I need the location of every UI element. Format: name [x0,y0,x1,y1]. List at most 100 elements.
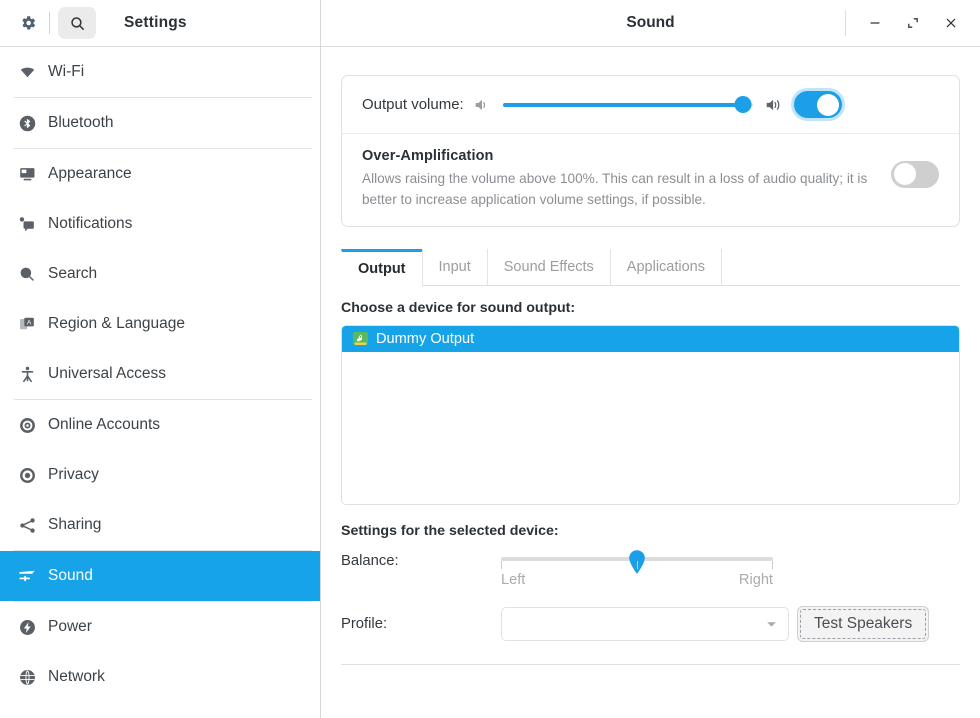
tab-output[interactable]: Output [341,249,423,286]
wifi-icon [14,61,40,83]
chevron-down-icon [766,615,777,633]
slider-handle[interactable] [734,96,751,113]
balance-label: Balance: [341,548,501,569]
over-amplification-row: Over-Amplification Allows raising the vo… [342,134,959,226]
region-language-icon: A [14,313,40,335]
sidebar-item-online-accounts[interactable]: Online Accounts [0,400,320,450]
tab-sound-effects[interactable]: Sound Effects [487,249,611,285]
test-speakers-button[interactable]: Test Speakers [797,606,929,642]
online-accounts-icon [14,414,40,436]
sidebar-item-label: Sharing [48,516,101,534]
speaker-low-icon [474,97,491,113]
panel-bottom-divider [341,664,960,665]
sidebar-item-universal-access[interactable]: Universal Access [0,349,320,399]
profile-row: Profile: Test Speakers [341,606,960,642]
sidebar-item-label: Sound [48,567,93,585]
gear-icon[interactable] [13,8,43,38]
sidebar-item-region-language[interactable]: A Region & Language [0,299,320,349]
toggle-thumb [817,94,839,116]
power-icon [14,616,40,638]
over-amplification-text: Over-Amplification Allows raising the vo… [362,148,891,210]
settings-window: Settings Wi-Fi Bluetooth Appearance Notific… [0,0,980,718]
sound-content: Output volume: [321,47,980,718]
bluetooth-icon [14,112,40,134]
output-volume-row: Output volume: [342,76,959,134]
search-icon [14,263,40,285]
toggle-thumb [894,163,916,185]
sound-icon [14,565,40,587]
sidebar: Settings Wi-Fi Bluetooth Appearance Notific… [0,0,321,718]
titlebar: Sound [321,0,980,47]
privacy-icon [14,464,40,486]
slider-fill [503,103,743,107]
sidebar-nav: Wi-Fi Bluetooth Appearance Notifications Sea… [0,47,320,718]
tab-bar: OutputInputSound EffectsApplications [341,250,960,286]
appearance-icon [14,163,40,185]
minimize-button[interactable] [856,5,894,41]
output-volume-toggle[interactable] [794,91,842,118]
sidebar-item-label: Universal Access [48,365,166,383]
header-divider [49,12,50,34]
sidebar-item-sound[interactable]: Sound [0,551,320,601]
close-button[interactable] [932,5,970,41]
sidebar-header: Settings [0,0,320,47]
main-area: Sound [321,0,980,718]
profile-dropdown[interactable] [501,607,789,641]
network-icon [14,666,40,688]
sidebar-item-label: Online Accounts [48,416,160,434]
profile-label: Profile: [341,616,501,632]
sidebar-item-label: Appearance [48,165,132,183]
speaker-high-icon [765,97,784,113]
balance-row: Balance: [341,548,960,588]
balance-slider[interactable]: Left Right [501,548,773,588]
page-title: Settings [124,14,320,32]
titlebar-divider [845,10,846,36]
notifications-icon [14,213,40,235]
volume-card: Output volume: [341,75,960,227]
output-volume-slider[interactable] [503,96,753,114]
sidebar-item-sharing[interactable]: Sharing [0,500,320,550]
sidebar-item-wi-fi[interactable]: Wi-Fi [0,47,320,97]
output-volume-label: Output volume: [362,96,464,113]
balance-ticks [501,561,773,571]
sharing-icon [14,514,40,536]
tabs-section: OutputInputSound EffectsApplications Cho… [341,250,960,665]
device-list[interactable]: Dummy Output [341,325,960,505]
tab-filler [721,249,960,285]
tab-input[interactable]: Input [422,249,488,285]
balance-right-label: Right [739,572,773,588]
universal-access-icon [14,363,40,385]
sidebar-item-label: Privacy [48,466,99,484]
sidebar-item-label: Notifications [48,215,132,233]
audio-card-icon [352,331,369,348]
sidebar-item-network[interactable]: Network [0,652,320,702]
sidebar-item-label: Power [48,618,92,636]
sidebar-item-label: Bluetooth [48,114,114,132]
sidebar-item-label: Wi-Fi [48,63,84,81]
device-settings-label: Settings for the selected device: [341,523,960,539]
balance-left-label: Left [501,572,525,588]
sidebar-item-appearance[interactable]: Appearance [0,149,320,199]
over-amplification-toggle-wrap [891,148,939,200]
device-name: Dummy Output [376,331,474,347]
over-amplification-title: Over-Amplification [362,148,891,164]
sidebar-item-notifications[interactable]: Notifications [0,199,320,249]
window-controls [845,0,980,46]
sidebar-item-label: Network [48,668,105,686]
device-list-item[interactable]: Dummy Output [342,326,959,352]
output-panel: Choose a device for sound output: Dummy [341,286,960,665]
search-button[interactable] [58,7,96,39]
sidebar-item-search[interactable]: Search [0,249,320,299]
tab-applications[interactable]: Applications [610,249,722,285]
svg-text:A: A [26,319,31,326]
sidebar-item-privacy[interactable]: Privacy [0,450,320,500]
sidebar-item-bluetooth[interactable]: Bluetooth [0,98,320,148]
choose-device-label: Choose a device for sound output: [341,300,960,316]
sidebar-item-label: Region & Language [48,315,185,333]
sidebar-item-power[interactable]: Power [0,602,320,652]
sidebar-item-label: Search [48,265,97,283]
device-settings-section: Settings for the selected device: Balanc… [341,523,960,642]
over-amplification-description: Allows raising the volume above 100%. Th… [362,168,874,210]
over-amplification-toggle[interactable] [891,161,939,188]
maximize-button[interactable] [894,5,932,41]
